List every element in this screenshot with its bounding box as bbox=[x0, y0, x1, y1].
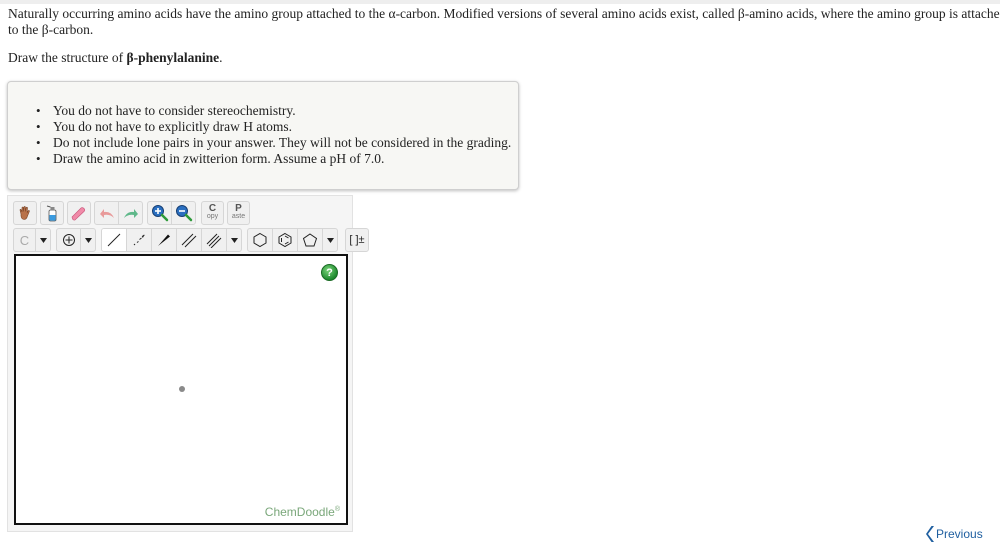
toolbar-row-1: C opy P aste bbox=[13, 201, 250, 225]
hashed-bond-icon bbox=[133, 234, 145, 246]
triple-bond-button[interactable] bbox=[202, 229, 227, 251]
hexagon-icon bbox=[253, 232, 267, 248]
undo-redo-group bbox=[94, 201, 143, 225]
chevron-down-icon bbox=[326, 237, 334, 243]
wedge-bond-button[interactable] bbox=[152, 229, 177, 251]
charge-plus-icon bbox=[62, 234, 75, 246]
pan-button[interactable] bbox=[13, 201, 37, 225]
instructions-list: You do not have to consider stereochemis… bbox=[35, 103, 511, 167]
bond-dropdown[interactable] bbox=[227, 229, 241, 251]
bond-group bbox=[101, 228, 242, 252]
paste-button[interactable]: P aste bbox=[227, 201, 250, 225]
double-bond-icon bbox=[181, 233, 197, 248]
prompt-suffix: . bbox=[219, 50, 223, 65]
instruction-item: You do not have to explicitly draw H ato… bbox=[35, 119, 511, 135]
dashed-bond-button[interactable] bbox=[127, 229, 152, 251]
atom-label-dropdown[interactable] bbox=[36, 229, 50, 251]
paste-label-big: P bbox=[235, 203, 242, 214]
benzene-icon bbox=[278, 232, 292, 248]
zoom-group bbox=[147, 201, 196, 225]
cyclopentane-button[interactable] bbox=[298, 229, 323, 251]
benzene-button[interactable] bbox=[273, 229, 298, 251]
chevron-left-icon bbox=[926, 526, 934, 542]
undo-button[interactable] bbox=[95, 202, 119, 224]
redo-button[interactable] bbox=[119, 202, 142, 224]
charge-group bbox=[56, 228, 96, 252]
chevron-down-icon bbox=[84, 237, 92, 243]
copy-button[interactable]: C opy bbox=[201, 201, 224, 225]
instruction-item: You do not have to consider stereochemis… bbox=[35, 103, 511, 119]
double-bond-button[interactable] bbox=[177, 229, 202, 251]
cyclohexane-button[interactable] bbox=[248, 229, 273, 251]
top-bar bbox=[0, 0, 1000, 4]
instruction-item: Draw the amino acid in zwitterion form. … bbox=[35, 151, 511, 167]
charge-bracket-button[interactable]: [ ]± bbox=[345, 228, 369, 252]
clear-button[interactable] bbox=[40, 201, 64, 225]
spray-bottle-icon bbox=[46, 205, 57, 222]
question-intro: Naturally occurring amino acids have the… bbox=[8, 6, 1000, 37]
single-bond-icon bbox=[107, 233, 121, 247]
instructions-box: You do not have to consider stereochemis… bbox=[7, 81, 519, 190]
ring-dropdown[interactable] bbox=[323, 229, 337, 251]
zoom-in-button[interactable] bbox=[148, 202, 172, 224]
instruction-item: Do not include lone pairs in your answer… bbox=[35, 135, 511, 151]
question-prompt: Draw the structure of β-phenylalanine. bbox=[8, 50, 222, 66]
prompt-prefix: Draw the structure of bbox=[8, 50, 127, 65]
zoom-out-button[interactable] bbox=[172, 202, 195, 224]
single-bond-button[interactable] bbox=[102, 229, 127, 251]
triple-bond-icon bbox=[206, 233, 222, 248]
pentagon-icon bbox=[302, 233, 318, 247]
wedge-bond-icon bbox=[158, 234, 170, 246]
brand-name: ChemDoodle bbox=[264, 505, 335, 519]
atom-label-button[interactable]: C bbox=[14, 229, 36, 251]
redo-icon bbox=[123, 209, 138, 218]
zoom-out-icon bbox=[175, 205, 192, 222]
undo-icon bbox=[99, 209, 114, 218]
atom-label-group: C bbox=[13, 228, 51, 252]
prompt-target-compound: β-phenylalanine bbox=[126, 50, 220, 65]
zoom-in-icon bbox=[151, 205, 168, 222]
chemdoodle-editor: C opy P aste C []± ? ChemDoodle® bbox=[7, 195, 369, 532]
eraser-button[interactable] bbox=[67, 201, 91, 225]
chevron-down-icon bbox=[230, 237, 238, 243]
help-button[interactable]: ? bbox=[321, 264, 338, 281]
cursor-point bbox=[179, 386, 185, 392]
charge-dropdown[interactable] bbox=[81, 229, 95, 251]
toolbar-row-2: C []± bbox=[13, 228, 369, 252]
brand-mark: ® bbox=[334, 506, 340, 513]
previous-button[interactable]: Previous bbox=[926, 526, 983, 542]
chemdoodle-brand: ChemDoodle® bbox=[265, 505, 340, 519]
charge-button[interactable] bbox=[57, 229, 81, 251]
hand-icon bbox=[19, 206, 30, 220]
ring-group bbox=[247, 228, 338, 252]
chevron-down-icon bbox=[39, 237, 47, 243]
paste-label-small: aste bbox=[231, 213, 246, 220]
eraser-icon bbox=[71, 207, 86, 221]
copy-label-big: C bbox=[208, 203, 217, 214]
copy-label-small: opy bbox=[206, 213, 219, 220]
previous-label: Previous bbox=[936, 527, 983, 541]
drawing-canvas[interactable]: ? ChemDoodle® bbox=[14, 254, 348, 525]
